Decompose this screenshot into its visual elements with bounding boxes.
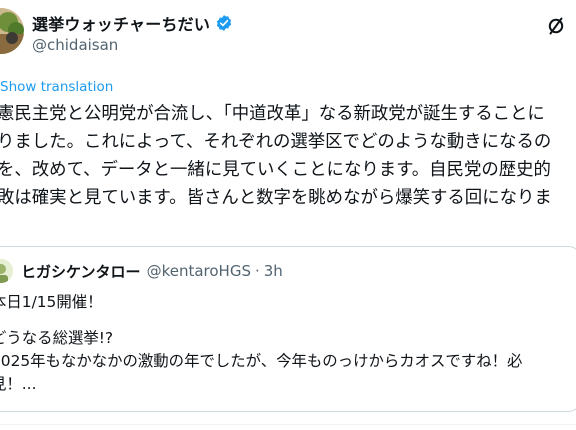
quoted-text-line: どうなる総選挙!? — [0, 329, 114, 347]
author-name-row[interactable]: 選挙ウォッチャーちだい — [32, 12, 233, 34]
quoted-text-line: 本日1/15開催！ — [0, 293, 103, 311]
tweet-page: 選挙ウォッチャーちだい @chidaisan Show translation … — [0, 0, 576, 430]
tweet-text-line: りました。これによって、それぞれの選挙区でどのような動きになるの — [0, 132, 552, 152]
author-display-name[interactable]: 選挙ウォッチャーちだい — [32, 11, 210, 35]
quoted-author-avatar[interactable] — [0, 259, 13, 283]
quoted-text-spacer — [0, 314, 576, 327]
quoted-text-line: 2025年もなかなかの激動の年でしたが、今年ものっけからカオスですね！必 — [0, 352, 523, 370]
quoted-tweet-text: 本日1/15開催！ どうなる総選挙!? 2025年もなかなかの激動の年でしたが、… — [0, 291, 576, 396]
author-avatar[interactable] — [0, 8, 24, 54]
quoted-author-name[interactable]: ヒガシケンタロー — [21, 261, 141, 282]
quoted-tweet-header: ヒガシケンタロー @kentaroHGS · 3h — [21, 261, 283, 281]
quoted-author-handle[interactable]: @kentaroHGS — [147, 262, 251, 280]
tweet-text-line: 敗は確実と見ています。皆さんと数字を眺めながら爆笑する回になりま — [0, 188, 552, 208]
author-handle[interactable]: @chidaisan — [32, 36, 118, 54]
quoted-time-separator: · — [254, 262, 260, 280]
grok-slash-circle-icon[interactable] — [546, 16, 566, 36]
divider — [0, 424, 576, 425]
tweet-text-line: 憲民主党と公明党が合流し、「中道改革」なる新政党が誕生することに — [0, 104, 545, 124]
quoted-tweet-time[interactable]: 3h — [264, 262, 283, 280]
verified-badge-icon — [215, 14, 233, 32]
tweet-text-line: を、改めて、データと一緒に見ていくことになります。自民党の歴史的 — [0, 160, 551, 180]
tweet-text: 憲民主党と公明党が合流し、「中道改革」なる新政党が誕生することに りました。これ… — [0, 100, 576, 212]
quoted-tweet-card[interactable]: ヒガシケンタロー @kentaroHGS · 3h 本日1/15開催！ どうなる… — [0, 246, 576, 412]
show-translation-link[interactable]: Show translation — [0, 79, 113, 95]
quoted-text-line: 見！... — [0, 375, 37, 393]
